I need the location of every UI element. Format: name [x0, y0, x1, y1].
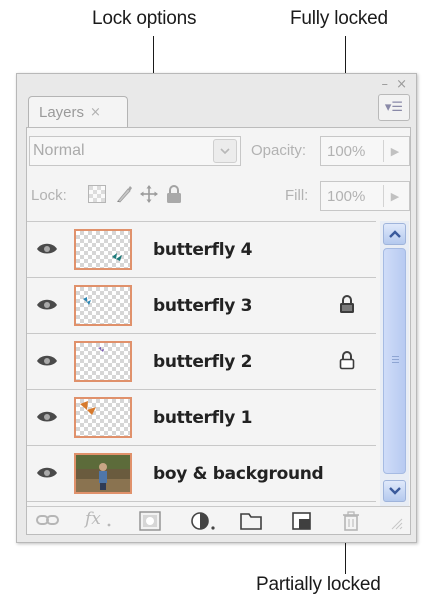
- layer-name[interactable]: butterfly 4: [153, 240, 253, 260]
- layer-row-boy-background[interactable]: boy & background: [27, 446, 376, 502]
- panel-window-controls[interactable]: – ×: [381, 77, 409, 92]
- chevron-down-icon: [213, 139, 237, 163]
- fill-value: 100%: [327, 187, 366, 205]
- resize-grip-icon[interactable]: [391, 517, 403, 535]
- fill-label: Fill:: [285, 187, 309, 204]
- layer-row-butterfly-4[interactable]: butterfly 4: [27, 222, 376, 278]
- layer-thumbnail: [74, 341, 132, 382]
- fill-field[interactable]: 100% ▶: [320, 181, 410, 211]
- fill-arrow-icon[interactable]: ▶: [383, 185, 406, 207]
- lock-label: Lock:: [31, 187, 67, 204]
- layer-row-butterfly-1[interactable]: butterfly 1: [27, 390, 376, 446]
- scroll-up-button[interactable]: [383, 223, 406, 245]
- layers-panel: – × Layers × ▾☰ Normal Opacity: 100% ▶ L…: [16, 73, 417, 543]
- layer-name[interactable]: butterfly 2: [153, 352, 253, 372]
- tab-layers-label: Layers: [39, 104, 85, 121]
- layer-name[interactable]: butterfly 1: [153, 408, 253, 428]
- add-layer-mask-icon[interactable]: [139, 511, 161, 536]
- lock-full-icon: [339, 294, 355, 319]
- opacity-label: Opacity:: [251, 142, 307, 159]
- lock-position-icon[interactable]: [139, 184, 159, 204]
- opacity-field[interactable]: 100% ▶: [320, 136, 410, 166]
- layer-name[interactable]: boy & background: [153, 464, 324, 484]
- link-layers-icon[interactable]: [35, 511, 61, 534]
- scroll-down-button[interactable]: [383, 480, 406, 502]
- layers-list: butterfly 4 butterfly 3 butterfly 2 butt…: [27, 221, 376, 507]
- layer-thumbnail-photo: [74, 453, 132, 494]
- layer-row-butterfly-2[interactable]: butterfly 2: [27, 334, 376, 390]
- layer-thumbnail: [74, 285, 132, 326]
- layers-bottom-toolbar: fx: [27, 506, 410, 535]
- trash-icon[interactable]: [342, 511, 360, 536]
- callout-fully-locked: Fully locked: [290, 8, 388, 29]
- layer-thumbnail: [74, 397, 132, 438]
- scroll-thumb[interactable]: [383, 248, 406, 474]
- lock-image-pixels-icon[interactable]: [114, 184, 134, 204]
- blend-mode-select[interactable]: Normal: [29, 136, 241, 166]
- lock-transparent-pixels-icon[interactable]: [87, 184, 107, 204]
- panel-body: Normal Opacity: 100% ▶ Lock: Fill: 100% …: [26, 127, 411, 535]
- adjustment-layer-icon[interactable]: [191, 511, 217, 536]
- eye-visibility-icon[interactable]: [36, 464, 58, 487]
- tab-layers[interactable]: Layers ×: [28, 96, 128, 128]
- layer-name[interactable]: butterfly 3: [153, 296, 253, 316]
- layers-scrollbar[interactable]: [380, 221, 409, 506]
- eye-visibility-icon[interactable]: [36, 240, 58, 263]
- lock-partial-icon: [339, 350, 355, 375]
- opacity-value: 100%: [327, 142, 366, 160]
- layer-thumbnail: [74, 229, 132, 270]
- lock-all-icon[interactable]: [165, 184, 183, 204]
- eye-visibility-icon[interactable]: [36, 352, 58, 375]
- panel-menu-button[interactable]: ▾☰: [378, 94, 410, 121]
- tab-close-icon[interactable]: ×: [90, 105, 101, 120]
- callout-partially-locked: Partially locked: [256, 574, 381, 595]
- eye-visibility-icon[interactable]: [36, 296, 58, 319]
- layer-row-butterfly-3[interactable]: butterfly 3: [27, 278, 376, 334]
- scroll-grip-icon: [392, 356, 399, 366]
- fx-layer-style-icon[interactable]: fx: [83, 508, 113, 535]
- callout-lock-options: Lock options: [92, 8, 197, 29]
- new-layer-icon[interactable]: [291, 511, 313, 536]
- svg-text:fx: fx: [83, 509, 101, 529]
- new-group-icon[interactable]: [240, 511, 262, 536]
- blend-mode-value: Normal: [33, 142, 85, 159]
- eye-visibility-icon[interactable]: [36, 408, 58, 431]
- opacity-arrow-icon[interactable]: ▶: [383, 140, 406, 162]
